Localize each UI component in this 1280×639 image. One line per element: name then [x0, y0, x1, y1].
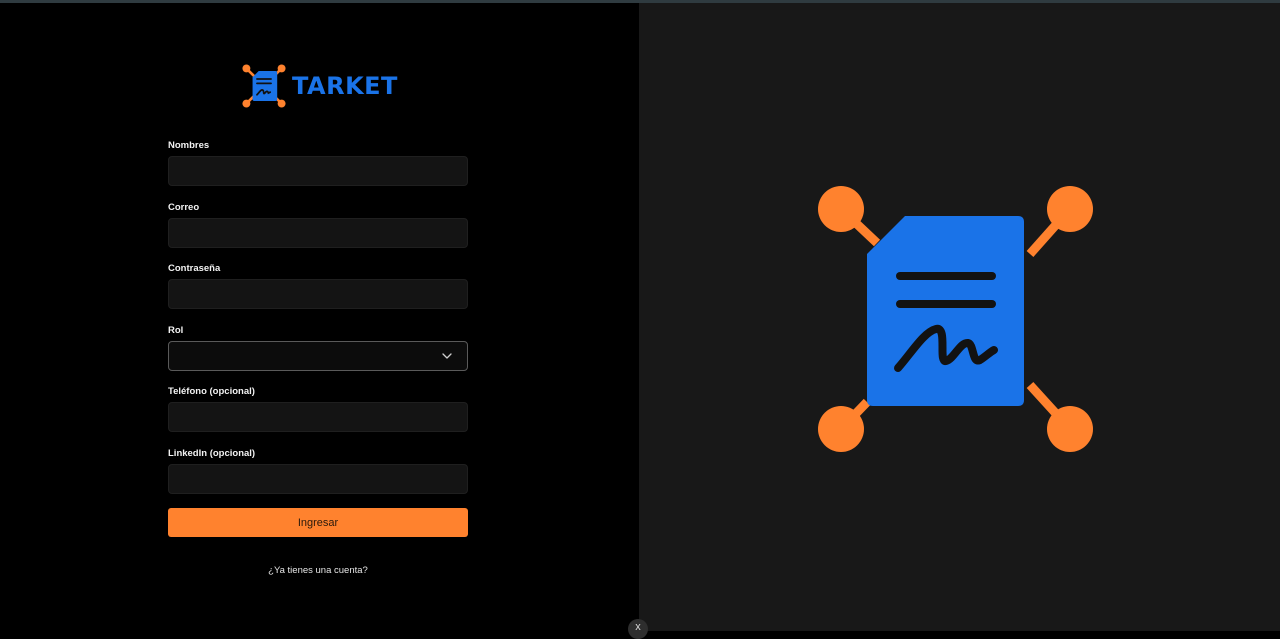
nombres-label: Nombres [168, 140, 210, 151]
rol-label: Rol [168, 325, 184, 336]
signed-document-network-icon [242, 63, 286, 108]
brand-name: TARKET [292, 71, 398, 100]
chevron-down-icon [442, 353, 452, 359]
linkedin-label: LinkedIn (opcional) [168, 448, 256, 459]
nombres-field: Nombres [168, 139, 468, 186]
correo-input[interactable] [168, 218, 468, 248]
telefono-field: Teléfono (opcional) [168, 385, 468, 432]
contrasena-input[interactable] [168, 279, 468, 309]
nombres-input[interactable] [168, 156, 468, 186]
linkedin-field: LinkedIn (opcional) [168, 447, 468, 494]
contrasena-label: Contraseña [168, 263, 221, 274]
ingresar-button[interactable]: Ingresar [168, 508, 468, 537]
close-button[interactable]: x [628, 619, 648, 639]
login-link[interactable]: ¿Ya tienes una cuenta? [168, 565, 468, 576]
rol-select[interactable] [168, 341, 468, 371]
registration-panel: TARKET Nombres Correo Contraseña Rol Tel… [0, 3, 639, 631]
linkedin-input[interactable] [168, 464, 468, 494]
brand-header: TARKET [242, 63, 398, 108]
rol-field: Rol [168, 324, 468, 371]
contrasena-field: Contraseña [168, 262, 468, 309]
telefono-input[interactable] [168, 402, 468, 432]
signed-document-network-icon [818, 186, 1093, 452]
correo-field: Correo [168, 201, 468, 248]
correo-label: Correo [168, 202, 200, 213]
telefono-label: Teléfono (opcional) [168, 386, 255, 397]
